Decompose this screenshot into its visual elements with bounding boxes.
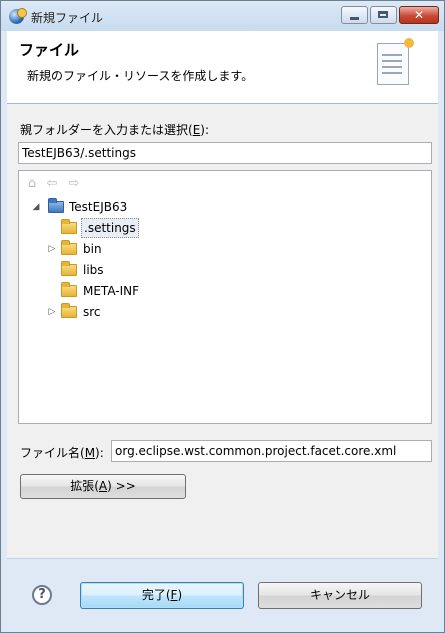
close-button[interactable]: ✕ — [399, 6, 439, 24]
file-name-label: ファイル名(M): — [20, 446, 104, 460]
maximize-button[interactable] — [370, 6, 397, 24]
close-icon: ✕ — [413, 8, 425, 22]
banner-title: ファイル — [19, 41, 80, 59]
footer-separator — [7, 558, 438, 559]
folder-icon — [61, 219, 77, 234]
banner-description: 新規のファイル・リソースを作成します。 — [27, 69, 254, 83]
tree-item-label: TestEJB63 — [69, 200, 128, 214]
tree-item-label: bin — [83, 242, 102, 256]
forward-arrow-icon[interactable]: ⇨ — [67, 177, 81, 191]
tree-item-label: META-INF — [83, 284, 140, 298]
collapse-icon[interactable]: ◢ — [31, 197, 41, 217]
window-title: 新規ファイル — [31, 11, 104, 25]
wizard-content: 親フォルダーを入力または選択(E): TestEJB63/.settings ⌂… — [7, 104, 438, 558]
folder-tree[interactable]: ⌂ ⇦ ⇨ ◢ TestEJB63 .settings ▷ bin libs M… — [18, 170, 432, 424]
folder-icon — [61, 303, 77, 318]
tree-item-label: .settings — [81, 218, 139, 238]
expand-icon[interactable]: ▷ — [47, 239, 57, 259]
minimize-button[interactable] — [341, 6, 368, 24]
tree-item-label: libs — [83, 263, 104, 277]
folder-icon — [61, 240, 77, 255]
new-file-dialog: 新規ファイル ✕ ファイル 新規のファイル・リソースを作成します。 親フォルダー… — [0, 0, 445, 633]
help-icon[interactable]: ? — [32, 585, 52, 605]
folder-icon — [61, 282, 77, 297]
expand-icon[interactable]: ▷ — [47, 302, 57, 322]
finish-button[interactable]: 完了(F) — [80, 582, 244, 609]
eclipse-app-icon — [9, 8, 27, 24]
advanced-button[interactable]: 拡張(A) >> — [20, 474, 186, 499]
title-bar[interactable]: 新規ファイル ✕ — [1, 1, 444, 31]
project-folder-icon — [48, 198, 64, 213]
file-name-input[interactable]: org.eclipse.wst.common.project.facet.cor… — [111, 440, 432, 462]
new-file-wizard-icon — [377, 38, 414, 85]
home-icon[interactable]: ⌂ — [25, 177, 39, 191]
wizard-banner: ファイル 新規のファイル・リソースを作成します。 — [7, 31, 438, 104]
back-arrow-icon[interactable]: ⇦ — [45, 177, 59, 191]
parent-folder-label: 親フォルダーを入力または選択(E): — [20, 123, 210, 137]
cancel-button[interactable]: キャンセル — [258, 582, 422, 609]
tree-item-label: src — [83, 305, 101, 319]
parent-folder-input[interactable]: TestEJB63/.settings — [18, 142, 432, 164]
folder-icon — [61, 261, 77, 276]
